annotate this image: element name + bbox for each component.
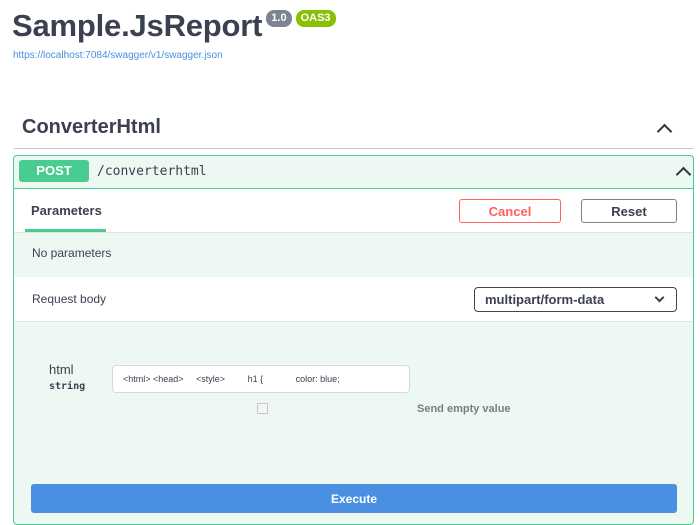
api-title-block: Sample.JsReport 1.0 OAS3 [12,6,336,46]
execute-button[interactable]: Execute [31,484,677,513]
reset-button[interactable]: Reset [581,199,677,223]
oas-badge: OAS3 [295,10,336,27]
send-empty-label: Send empty value [417,403,511,415]
operation-block-post: POST /converterhtml Parameters Cancel Re… [13,155,694,525]
chevron-down-icon [654,292,665,303]
request-body-label: Request body [32,292,107,306]
field-name-html: html [49,362,74,377]
method-badge: POST [19,160,89,182]
send-empty-checkbox[interactable] [257,403,268,414]
tag-name: ConverterHtml [22,116,161,138]
tab-active-indicator [25,229,106,232]
operation-summary[interactable]: POST /converterhtml [14,156,693,189]
content-type-value: multipart/form-data [485,292,605,307]
request-body-header: Request body multipart/form-data [14,277,693,322]
parameters-header: Parameters Cancel Reset [14,189,693,233]
field-type: string [49,381,86,392]
chevron-up-icon[interactable] [656,123,673,140]
tag-section-header[interactable]: ConverterHtml [14,105,694,149]
spec-url-link[interactable]: https://localhost:7084/swagger/v1/swagge… [13,50,223,61]
no-parameters-section: No parameters [14,233,693,277]
no-parameters-text: No parameters [32,246,112,260]
api-title: Sample.JsReport [12,8,263,43]
html-input[interactable]: <html> <head> <style> h1 { color: blue; [112,365,410,393]
content-type-select[interactable]: multipart/form-data [474,287,677,312]
cancel-button[interactable]: Cancel [459,199,561,223]
chevron-up-icon[interactable] [675,166,692,183]
operation-path: /converterhtml [97,164,207,179]
version-badge: 1.0 [266,10,292,27]
tab-parameters[interactable]: Parameters [31,203,102,218]
